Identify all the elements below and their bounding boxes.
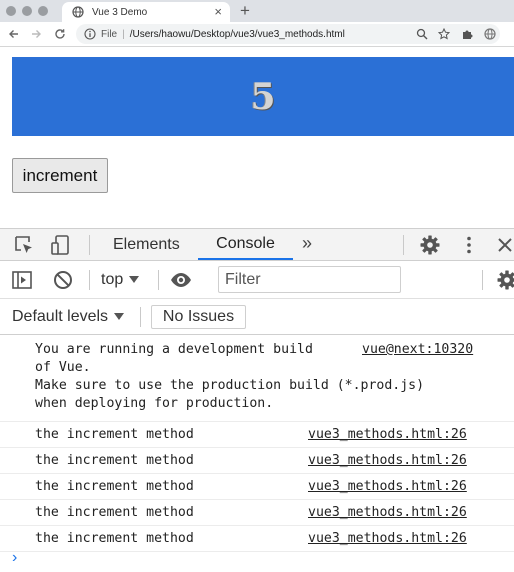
toolbar-divider xyxy=(89,270,90,290)
zoom-icon[interactable] xyxy=(416,28,428,40)
log-text: the increment method xyxy=(35,531,194,546)
close-tab-icon[interactable]: × xyxy=(214,5,222,19)
console-log-row: the increment method vue3_methods.html:2… xyxy=(0,448,514,474)
console-levels-bar: Default levels No Issues xyxy=(0,299,514,335)
message-text: of Vue. xyxy=(35,360,91,375)
inspect-element-icon[interactable] xyxy=(13,234,35,256)
message-text: You are running a development build xyxy=(35,342,321,357)
address-url[interactable]: /Users/haowu/Desktop/vue3/vue3_methods.h… xyxy=(130,29,345,40)
kebab-menu-icon[interactable] xyxy=(458,234,480,256)
no-issues-button[interactable]: No Issues xyxy=(151,305,246,329)
sidebar-toggle-icon[interactable] xyxy=(11,269,33,291)
context-selector-label: top xyxy=(101,271,124,288)
log-source-link[interactable]: vue3_methods.html:26 xyxy=(308,426,467,444)
address-bar[interactable]: File | /Users/haowu/Desktop/vue3/vue3_me… xyxy=(76,24,500,44)
log-source-link[interactable]: vue3_methods.html:26 xyxy=(308,478,467,496)
forward-arrow-icon[interactable] xyxy=(28,26,44,42)
clear-console-icon[interactable] xyxy=(52,269,74,291)
devtools-tab-bar: Elements Console » xyxy=(0,228,514,261)
toolbar-divider xyxy=(140,307,141,327)
new-tab-button[interactable]: + xyxy=(240,1,250,21)
log-source-link[interactable]: vue3_methods.html:26 xyxy=(308,504,467,522)
log-text: the increment method xyxy=(35,479,194,494)
more-tabs-button[interactable]: » xyxy=(302,233,312,254)
browser-tab-bar: Vue 3 Demo × + xyxy=(0,0,514,22)
settings-gear-icon[interactable] xyxy=(419,234,441,256)
console-prompt-chevron-icon[interactable]: › xyxy=(12,550,17,566)
extension-puzzle-icon[interactable] xyxy=(461,28,473,40)
default-levels-dropdown[interactable]: Default levels xyxy=(12,308,125,326)
browser-toolbar: File | /Users/haowu/Desktop/vue3/vue3_me… xyxy=(0,22,514,47)
info-icon[interactable] xyxy=(84,28,96,40)
default-levels-label: Default levels xyxy=(12,308,109,325)
message-source-link[interactable]: vue@next:10320 xyxy=(362,341,473,359)
counter-value: 5 xyxy=(250,75,276,118)
close-window-button[interactable] xyxy=(6,6,16,16)
log-text: the increment method xyxy=(35,427,194,442)
maximize-window-button[interactable] xyxy=(38,6,48,16)
log-source-link[interactable]: vue3_methods.html:26 xyxy=(308,530,467,548)
reload-icon[interactable] xyxy=(52,26,68,42)
window-controls xyxy=(6,6,48,16)
tab-elements[interactable]: Elements xyxy=(113,229,180,260)
minimize-window-button[interactable] xyxy=(22,6,32,16)
increment-button[interactable]: increment xyxy=(12,158,108,193)
message-text: when deploying for production. xyxy=(35,396,274,411)
log-source-link[interactable]: vue3_methods.html:26 xyxy=(308,452,467,470)
globe-icon xyxy=(72,6,84,18)
console-log-row: the increment method vue3_methods.html:2… xyxy=(0,500,514,526)
log-text: the increment method xyxy=(35,453,194,468)
address-scheme: File xyxy=(101,28,118,40)
console-log-row: the increment method vue3_methods.html:2… xyxy=(0,422,514,448)
dropdown-triangle-icon xyxy=(114,313,125,320)
device-toolbar-icon[interactable] xyxy=(50,234,72,256)
log-text: the increment method xyxy=(35,505,194,520)
toolbar-divider xyxy=(403,235,404,255)
toolbar-divider xyxy=(89,235,90,255)
context-selector[interactable]: top xyxy=(101,271,140,289)
message-text: Make sure to use the production build (*… xyxy=(35,378,425,393)
tab-console[interactable]: Console xyxy=(198,229,293,260)
live-expression-eye-icon[interactable] xyxy=(170,269,192,291)
console-toolbar: top xyxy=(0,261,514,299)
address-separator: | xyxy=(122,28,125,40)
console-settings-gear-icon[interactable] xyxy=(496,269,514,291)
console-log-row: the increment method vue3_methods.html:2… xyxy=(0,526,514,552)
console-log-row: the increment method vue3_methods.html:2… xyxy=(0,474,514,500)
browser-tab[interactable]: Vue 3 Demo × xyxy=(62,2,230,22)
close-devtools-icon[interactable] xyxy=(494,234,514,256)
counter-banner: 5 xyxy=(12,57,514,136)
tab-title: Vue 3 Demo xyxy=(92,6,148,18)
dropdown-triangle-icon xyxy=(129,276,140,283)
extension-globe-icon[interactable] xyxy=(484,28,496,40)
toolbar-divider xyxy=(158,270,159,290)
console-message: You are running a development build vue@… xyxy=(0,336,514,422)
toolbar-divider xyxy=(482,270,483,290)
bookmark-star-icon[interactable] xyxy=(438,28,450,40)
back-arrow-icon[interactable] xyxy=(6,26,22,42)
console-filter-input[interactable] xyxy=(218,266,401,293)
